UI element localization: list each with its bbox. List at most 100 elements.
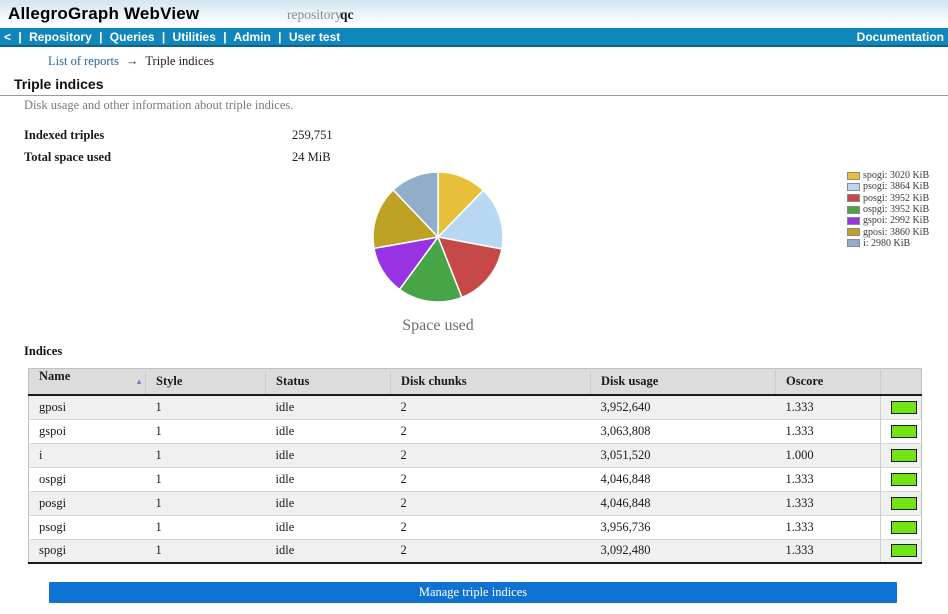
cell-usage-bar bbox=[881, 515, 922, 539]
nav-item-queries[interactable]: Queries bbox=[110, 30, 155, 44]
main-navbar: < | Repository | Queries | Utilities | A… bbox=[0, 28, 948, 47]
cell-disk_chunks: 2 bbox=[391, 515, 591, 539]
table-row-spogi[interactable]: spogi1idle23,092,4801.333 bbox=[29, 539, 922, 563]
nav-link-documentation[interactable]: Documentation bbox=[857, 30, 944, 44]
column-header-name[interactable]: Name ▲ bbox=[29, 369, 146, 396]
chart-caption: Space used bbox=[368, 317, 508, 335]
cell-disk_usage: 4,046,848 bbox=[591, 467, 776, 491]
legend-swatch-gspoi bbox=[847, 217, 860, 225]
indices-section-label: Indices bbox=[24, 344, 62, 359]
column-header-oscore[interactable]: Oscore bbox=[776, 369, 881, 396]
space-used-pie-chart bbox=[368, 167, 508, 307]
legend-label: posgi: 3952 KiB bbox=[863, 193, 929, 204]
cell-status: idle bbox=[266, 515, 391, 539]
cell-status: idle bbox=[266, 539, 391, 563]
legend-swatch-posgi bbox=[847, 194, 860, 202]
cell-disk_chunks: 2 bbox=[391, 539, 591, 563]
cell-disk_usage: 3,063,808 bbox=[591, 419, 776, 443]
legend-label: ospgi: 3952 KiB bbox=[863, 204, 929, 215]
table-row-gposi[interactable]: gposi1idle23,952,6401.333 bbox=[29, 395, 922, 419]
cell-oscore: 1.333 bbox=[776, 539, 881, 563]
nav-separator: | bbox=[223, 30, 226, 44]
cell-style: 1 bbox=[146, 419, 266, 443]
cell-disk_chunks: 2 bbox=[391, 419, 591, 443]
cell-disk_usage: 3,956,736 bbox=[591, 515, 776, 539]
nav-item-utilities[interactable]: Utilities bbox=[173, 30, 216, 44]
cell-style: 1 bbox=[146, 467, 266, 491]
stat-indexed-triples: Indexed triples 259,751 bbox=[24, 128, 333, 150]
sort-ascending-icon: ▲ bbox=[135, 369, 143, 394]
nav-back-arrow[interactable]: < bbox=[4, 30, 11, 44]
cell-disk_chunks: 2 bbox=[391, 443, 591, 467]
cell-name: i bbox=[29, 443, 146, 467]
nav-separator: | bbox=[99, 30, 102, 44]
repository-name: qc bbox=[340, 7, 354, 23]
cell-oscore: 1.333 bbox=[776, 419, 881, 443]
legend-item-gposi: gposi: 3860 KiB bbox=[847, 226, 929, 237]
cell-status: idle bbox=[266, 443, 391, 467]
cell-usage-bar bbox=[881, 443, 922, 467]
cell-disk_usage: 4,046,848 bbox=[591, 491, 776, 515]
table-row-posgi[interactable]: posgi1idle24,046,8481.333 bbox=[29, 491, 922, 515]
cell-style: 1 bbox=[146, 539, 266, 563]
cell-status: idle bbox=[266, 491, 391, 515]
cell-name: gspoi bbox=[29, 419, 146, 443]
nav-separator: | bbox=[162, 30, 165, 44]
cell-disk_chunks: 2 bbox=[391, 491, 591, 515]
legend-label: psogi: 3864 KiB bbox=[863, 181, 929, 192]
usage-bar bbox=[891, 544, 917, 557]
cell-disk_usage: 3,051,520 bbox=[591, 443, 776, 467]
cell-style: 1 bbox=[146, 443, 266, 467]
cell-disk_chunks: 2 bbox=[391, 467, 591, 491]
nav-left-group: < | Repository | Queries | Utilities | A… bbox=[4, 30, 344, 44]
stat-value: 24 MiB bbox=[292, 150, 331, 172]
column-header-disk-usage[interactable]: Disk usage bbox=[591, 369, 776, 396]
column-header-label: Name bbox=[39, 369, 70, 383]
table-row-psogi[interactable]: psogi1idle23,956,7361.333 bbox=[29, 515, 922, 539]
cell-usage-bar bbox=[881, 491, 922, 515]
table-row-ospgi[interactable]: ospgi1idle24,046,8481.333 bbox=[29, 467, 922, 491]
cell-name: posgi bbox=[29, 491, 146, 515]
table-row-i[interactable]: i1idle23,051,5201.000 bbox=[29, 443, 922, 467]
legend-item-spogi: spogi: 3020 KiB bbox=[847, 170, 929, 181]
usage-bar bbox=[891, 425, 917, 438]
legend-swatch-psogi bbox=[847, 183, 860, 191]
legend-item-i: i: 2980 KiB bbox=[847, 238, 929, 249]
cell-oscore: 1.333 bbox=[776, 395, 881, 419]
cell-disk_chunks: 2 bbox=[391, 395, 591, 419]
cell-name: psogi bbox=[29, 515, 146, 539]
cell-status: idle bbox=[266, 395, 391, 419]
cell-name: gposi bbox=[29, 395, 146, 419]
cell-style: 1 bbox=[146, 395, 266, 419]
breadcrumb-link-list-of-reports[interactable]: List of reports bbox=[48, 54, 119, 68]
usage-bar bbox=[891, 473, 917, 486]
page-subtitle: Disk usage and other information about t… bbox=[24, 98, 293, 113]
app-title: AllegroGraph WebView bbox=[8, 4, 199, 24]
column-header-style[interactable]: Style bbox=[146, 369, 266, 396]
column-header-disk-chunks[interactable]: Disk chunks bbox=[391, 369, 591, 396]
nav-item-user-test[interactable]: User test bbox=[289, 30, 340, 44]
nav-item-admin[interactable]: Admin bbox=[233, 30, 270, 44]
breadcrumb-arrow-icon: → bbox=[126, 54, 139, 68]
manage-triple-indices-button[interactable]: Manage triple indices bbox=[49, 582, 897, 603]
table-row-gspoi[interactable]: gspoi1idle23,063,8081.333 bbox=[29, 419, 922, 443]
usage-bar bbox=[891, 449, 917, 462]
nav-item-repository[interactable]: Repository bbox=[29, 30, 92, 44]
cell-style: 1 bbox=[146, 491, 266, 515]
breadcrumb-current: Triple indices bbox=[145, 54, 214, 68]
legend-item-ospgi: ospgi: 3952 KiB bbox=[847, 204, 929, 215]
legend-label: spogi: 3020 KiB bbox=[863, 170, 929, 181]
stat-value: 259,751 bbox=[292, 128, 333, 150]
legend-label: i: 2980 KiB bbox=[863, 238, 910, 249]
cell-disk_usage: 3,092,480 bbox=[591, 539, 776, 563]
cell-oscore: 1.333 bbox=[776, 515, 881, 539]
cell-oscore: 1.000 bbox=[776, 443, 881, 467]
cell-oscore: 1.333 bbox=[776, 467, 881, 491]
indices-table: Name ▲ Style Status Disk chunks Disk usag… bbox=[28, 368, 922, 564]
column-header-status[interactable]: Status bbox=[266, 369, 391, 396]
legend-label: gposi: 3860 KiB bbox=[863, 227, 929, 238]
cell-usage-bar bbox=[881, 539, 922, 563]
cell-usage-bar bbox=[881, 419, 922, 443]
cell-status: idle bbox=[266, 467, 391, 491]
repository-label: repository bbox=[287, 7, 342, 23]
